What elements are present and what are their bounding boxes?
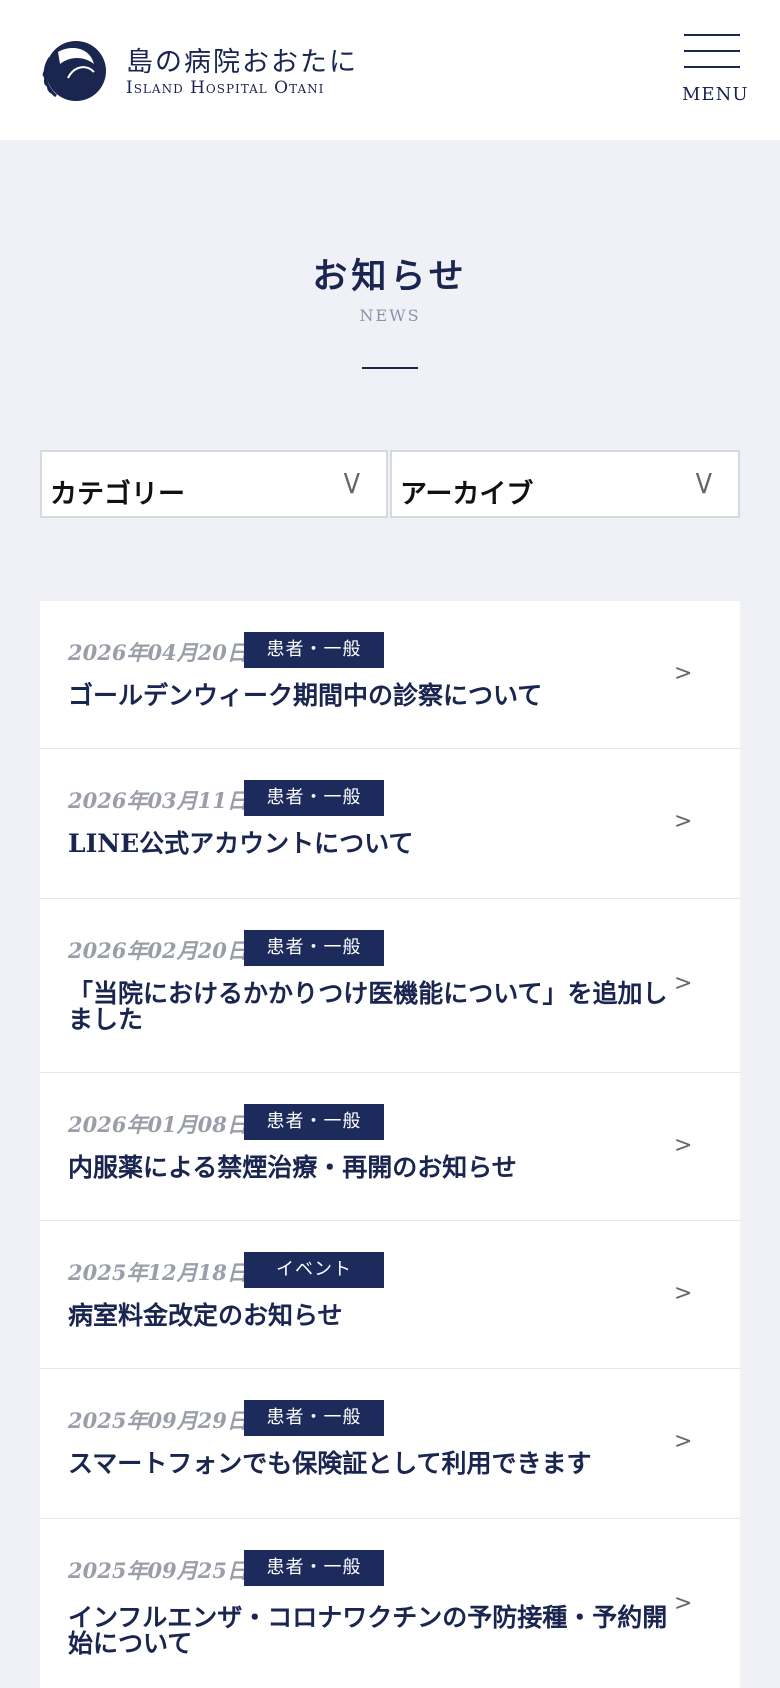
- news-item[interactable]: 2025年09月29日 患者・一般 スマートフォンでも保険証として利用できます …: [40, 1369, 740, 1519]
- category-badge: 患者・一般: [244, 1550, 384, 1586]
- news-date: 2025年12月18日: [68, 1260, 248, 1285]
- news-title[interactable]: ゴールデンウィーク期間中の診察について: [68, 683, 668, 709]
- news-item[interactable]: 2026年04月20日 患者・一般 ゴールデンウィーク期間中の診察について >: [40, 601, 740, 749]
- site-name-japanese[interactable]: 島の病院おおたに: [126, 40, 358, 79]
- page-subtitle: NEWS: [359, 306, 421, 325]
- chevron-right-icon: >: [674, 1281, 693, 1306]
- site-header: 島の病院おおたに Island Hospital Otani MENU: [0, 0, 780, 140]
- news-date: 2025年09月29日: [68, 1408, 248, 1433]
- chevron-down-icon: V: [343, 467, 360, 501]
- category-badge: イベント: [244, 1252, 384, 1288]
- hamburger-icon-line-middle: [684, 50, 740, 52]
- menu-button[interactable]: MENU: [682, 32, 749, 110]
- news-date: 2026年01月08日: [68, 1112, 248, 1137]
- category-select-label: カテゴリー: [50, 479, 185, 510]
- hamburger-icon-line-top: [684, 34, 740, 36]
- page-title: お知らせ: [312, 256, 468, 297]
- category-badge: 患者・一般: [244, 1104, 384, 1140]
- news-item[interactable]: 2026年02月20日 患者・一般 「当院におけるかかりつけ医機能について」を追…: [40, 899, 740, 1073]
- title-divider: [362, 367, 418, 369]
- news-item[interactable]: 2025年12月18日 イベント 病室料金改定のお知らせ >: [40, 1221, 740, 1369]
- news-item[interactable]: 2026年03月11日 患者・一般 LINE公式アカウントについて >: [40, 749, 740, 899]
- category-badge: 患者・一般: [244, 1400, 384, 1436]
- chevron-right-icon: >: [674, 1133, 693, 1158]
- news-title[interactable]: 病室料金改定のお知らせ: [68, 1303, 668, 1329]
- category-badge: 患者・一般: [244, 780, 384, 816]
- chevron-right-icon: >: [674, 971, 693, 996]
- category-badge: 患者・一般: [244, 632, 384, 668]
- site-name-english[interactable]: Island Hospital Otani: [126, 78, 324, 98]
- news-date: 2026年03月11日: [68, 788, 248, 813]
- news-date: 2025年09月25日: [68, 1558, 248, 1583]
- chevron-right-icon: >: [674, 661, 693, 686]
- category-select[interactable]: カテゴリー V: [40, 450, 388, 518]
- news-title[interactable]: インフルエンザ・コロナワクチンの予防接種・予約開始について: [68, 1605, 668, 1657]
- news-title[interactable]: 「当院におけるかかりつけ医機能について」を追加しました: [68, 981, 668, 1033]
- category-badge: 患者・一般: [244, 930, 384, 966]
- menu-label: MENU: [682, 84, 749, 105]
- news-date: 2026年02月20日: [68, 938, 248, 963]
- news-item[interactable]: 2025年09月25日 患者・一般 インフルエンザ・コロナワクチンの予防接種・予…: [40, 1519, 740, 1688]
- news-date: 2026年04月20日: [68, 640, 248, 665]
- chevron-right-icon: >: [674, 1591, 693, 1616]
- news-title[interactable]: スマートフォンでも保険証として利用できます: [68, 1451, 668, 1477]
- news-title[interactable]: LINE公式アカウントについて: [68, 831, 668, 857]
- hamburger-icon-line-bottom: [684, 66, 740, 68]
- hospital-logo-icon[interactable]: [38, 38, 108, 108]
- archive-select-label: アーカイブ: [400, 479, 534, 510]
- news-list: 2026年04月20日 患者・一般 ゴールデンウィーク期間中の診察について > …: [40, 601, 740, 1688]
- chevron-right-icon: >: [674, 809, 693, 834]
- news-item[interactable]: 2026年01月08日 患者・一般 内服薬による禁煙治療・再開のお知らせ >: [40, 1073, 740, 1221]
- chevron-right-icon: >: [674, 1429, 693, 1454]
- news-title[interactable]: 内服薬による禁煙治療・再開のお知らせ: [68, 1155, 668, 1181]
- archive-select[interactable]: アーカイブ V: [390, 450, 740, 518]
- chevron-down-icon: V: [695, 467, 712, 501]
